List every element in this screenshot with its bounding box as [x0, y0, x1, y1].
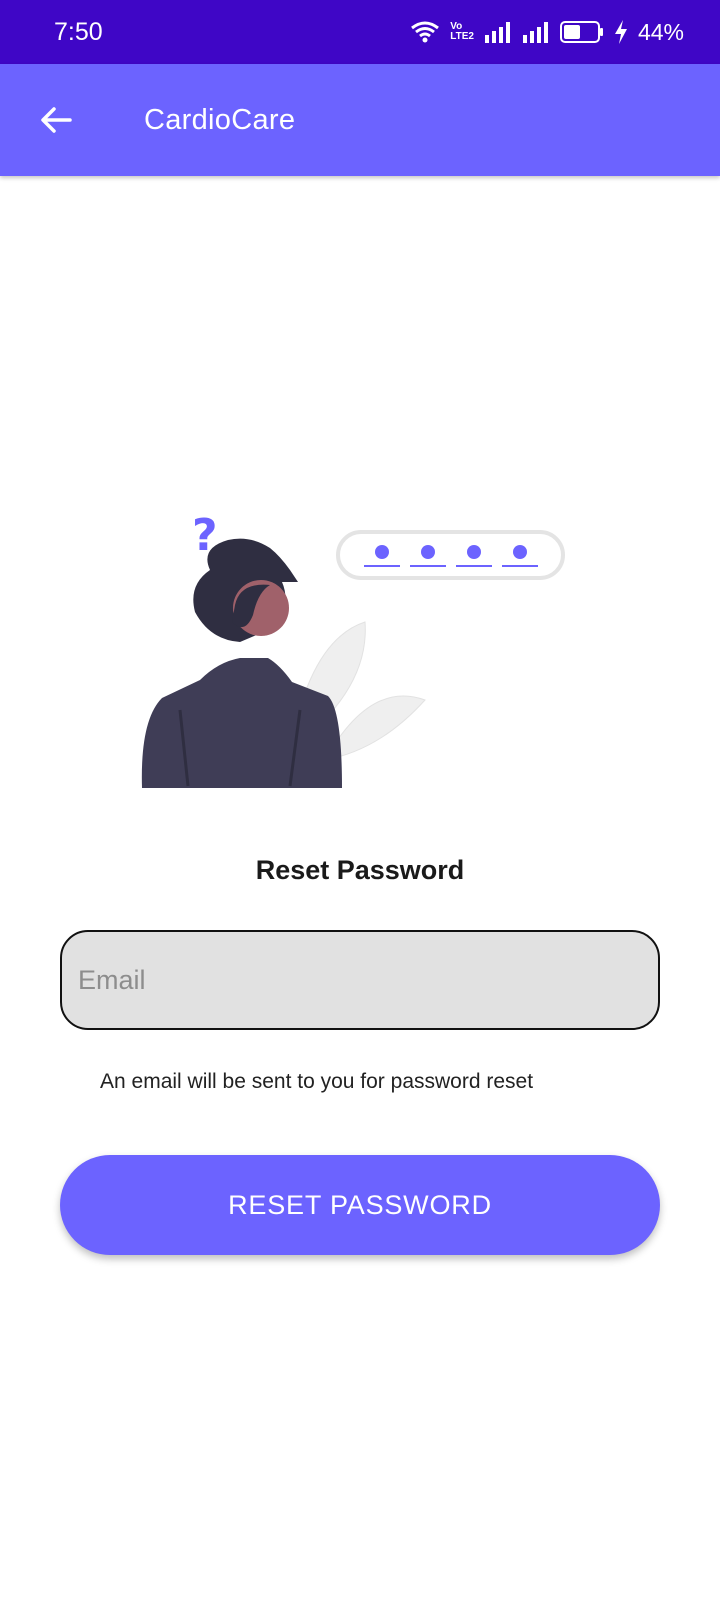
password-dot [421, 545, 435, 559]
status-icons: Vo LTE2 44% [410, 19, 684, 46]
battery-percent: 44% [637, 18, 684, 45]
password-dot [467, 545, 481, 559]
reset-password-button[interactable]: RESET PASSWORD [60, 1155, 660, 1255]
page-heading: Reset Password [255, 855, 465, 885]
forgot-password-illustration: ? [141, 510, 565, 788]
charging-icon [614, 20, 628, 44]
hint-text: An email will be sent to you for passwor… [100, 1070, 534, 1093]
battery-icon [559, 21, 604, 43]
signal-icon [522, 21, 550, 43]
back-button[interactable] [0, 64, 112, 176]
status-time: 7:50 [54, 17, 103, 46]
password-dot [513, 545, 527, 559]
app-bar: CardioCare [0, 64, 720, 176]
volte-bottom-label: LTE2 [450, 31, 474, 42]
password-bubble [336, 530, 565, 580]
email-input[interactable] [78, 964, 642, 996]
app-title: CardioCare [144, 103, 296, 136]
signal-icon [484, 21, 512, 43]
reset-button-label: RESET PASSWORD [228, 1189, 492, 1220]
volte-icon: Vo LTE2 [450, 22, 474, 42]
status-bar: 7:50 Vo LTE2 44% [0, 0, 720, 64]
email-field[interactable] [60, 930, 660, 1030]
arrow-back-icon [41, 107, 72, 133]
wifi-icon [410, 20, 440, 44]
reset-password-screen: 7:50 Vo LTE2 44% CardioCare ? Reset Pass… [0, 0, 720, 1600]
password-dot [375, 545, 389, 559]
